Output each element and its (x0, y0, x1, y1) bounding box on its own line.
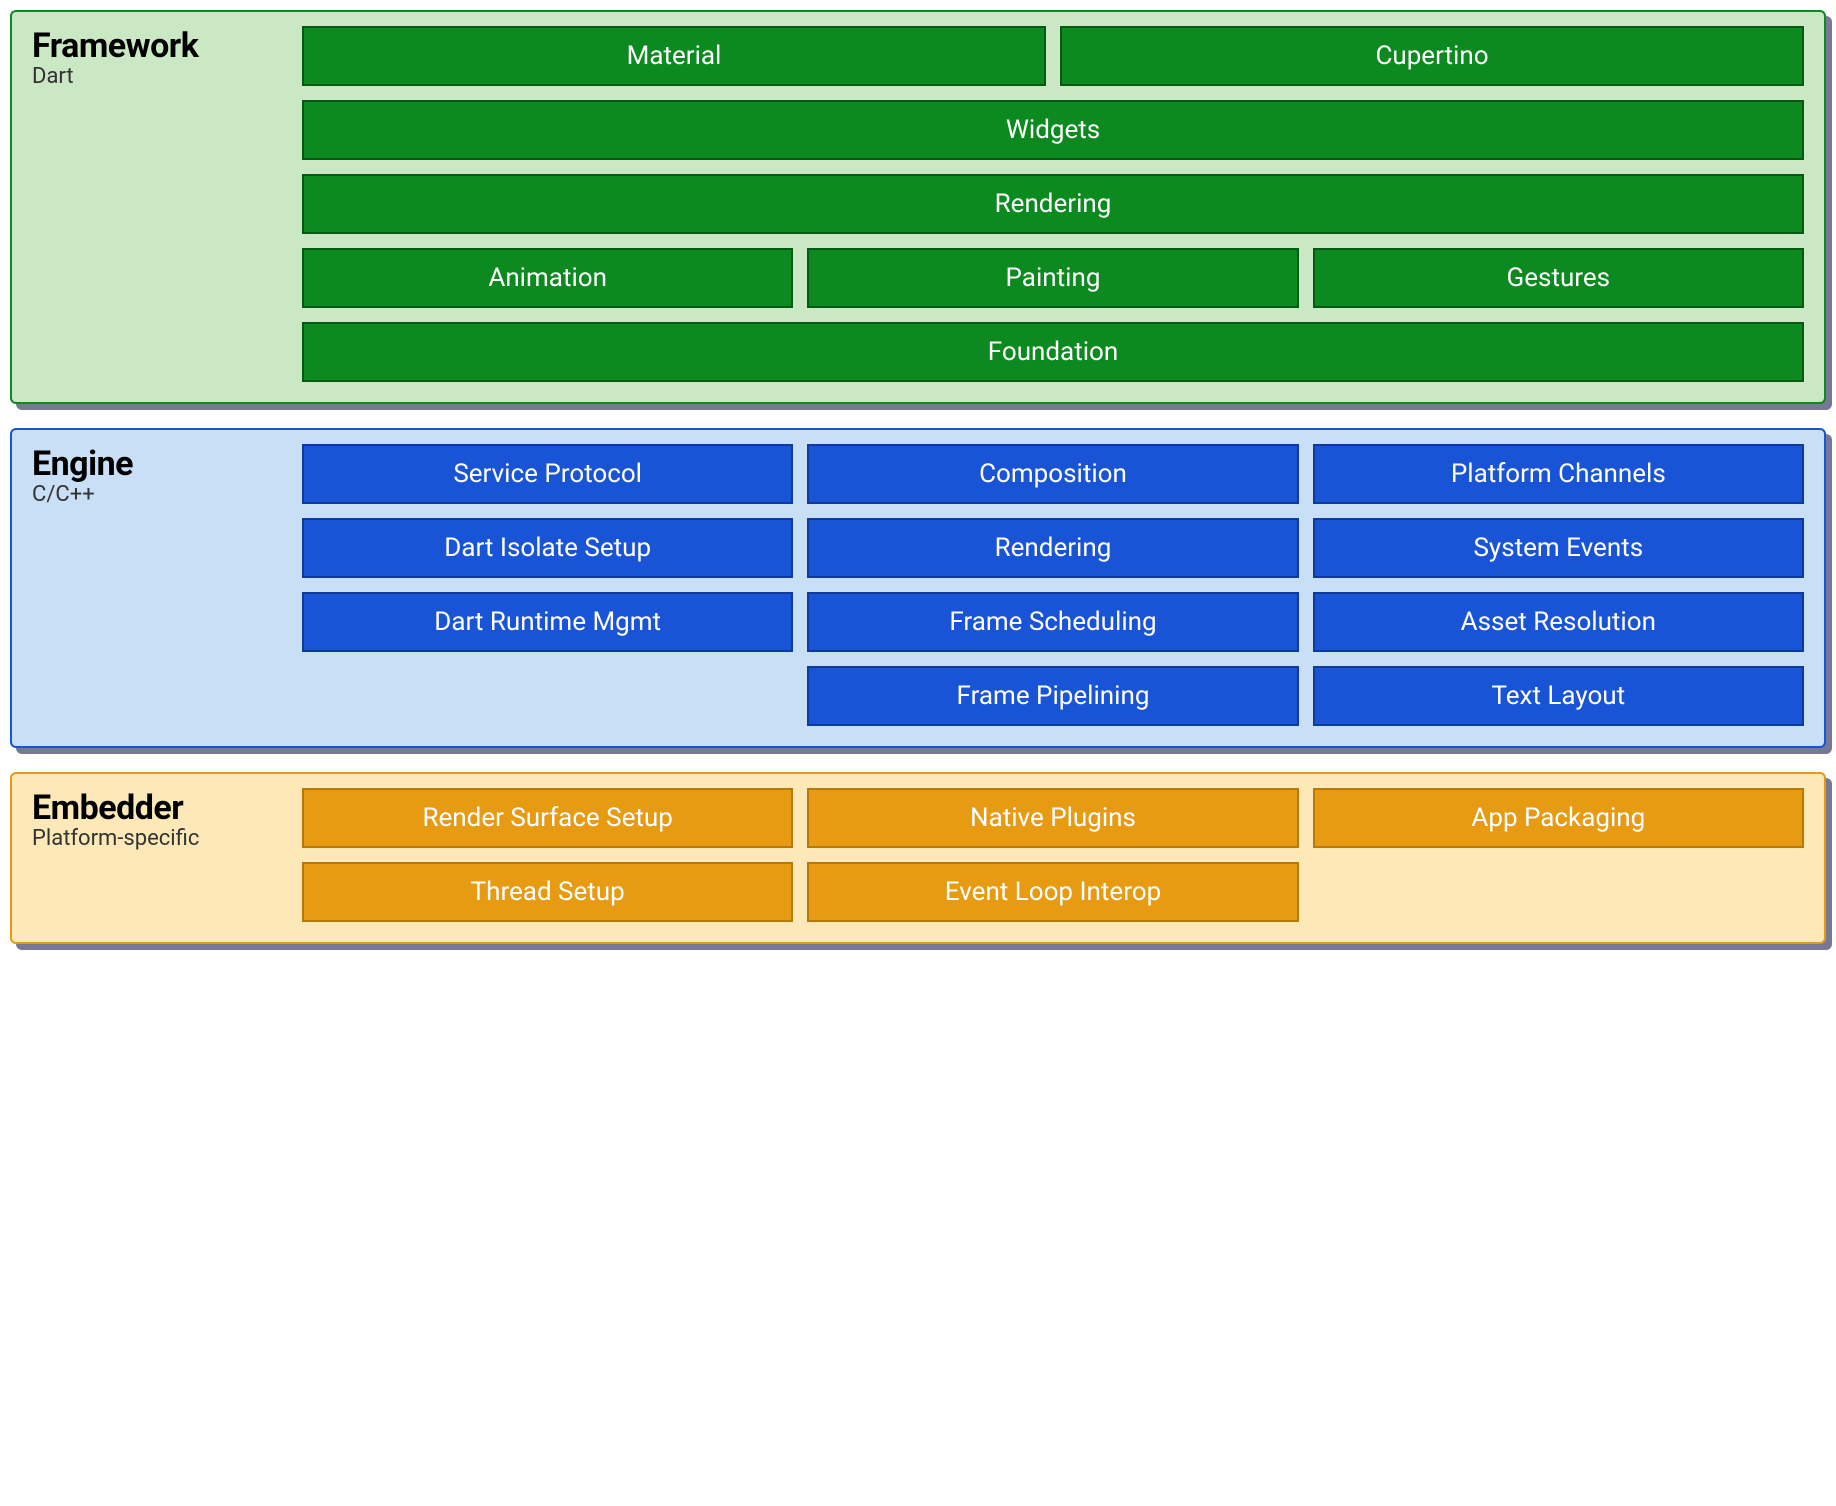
embedder-subtitle: Platform-specific (32, 826, 282, 851)
engine-subtitle: C/C++ (32, 482, 282, 507)
engine-sidebar: Engine C/C++ (32, 444, 282, 726)
box-material: Material (302, 26, 1046, 86)
framework-title: Framework (32, 26, 282, 66)
box-engine-rendering: Rendering (807, 518, 1298, 578)
box-frame-scheduling: Frame Scheduling (807, 592, 1298, 652)
framework-content: Material Cupertino Widgets Rendering Ani… (302, 26, 1804, 382)
box-dart-isolate-setup: Dart Isolate Setup (302, 518, 793, 578)
embedder-title: Embedder (32, 788, 282, 828)
box-event-loop-interop: Event Loop Interop (807, 862, 1298, 922)
framework-section: Framework Dart Material Cupertino Widget… (10, 10, 1826, 404)
embedder-sidebar: Embedder Platform-specific (32, 788, 282, 922)
box-cupertino: Cupertino (1060, 26, 1804, 86)
box-frame-pipelining: Frame Pipelining (807, 666, 1298, 726)
framework-sidebar: Framework Dart (32, 26, 282, 382)
engine-section: Engine C/C++ Service Protocol Compositio… (10, 428, 1826, 748)
engine-title: Engine (32, 444, 282, 484)
box-animation: Animation (302, 248, 793, 308)
box-widgets: Widgets (302, 100, 1804, 160)
box-thread-setup: Thread Setup (302, 862, 793, 922)
embedder-content: Render Surface Setup Native Plugins App … (302, 788, 1804, 922)
box-render-surface-setup: Render Surface Setup (302, 788, 793, 848)
box-app-packaging: App Packaging (1313, 788, 1804, 848)
box-dart-runtime-mgmt: Dart Runtime Mgmt (302, 592, 793, 652)
box-platform-channels: Platform Channels (1313, 444, 1804, 504)
box-foundation: Foundation (302, 322, 1804, 382)
box-text-layout: Text Layout (1313, 666, 1804, 726)
framework-subtitle: Dart (32, 64, 282, 89)
box-rendering: Rendering (302, 174, 1804, 234)
box-gestures: Gestures (1313, 248, 1804, 308)
box-service-protocol: Service Protocol (302, 444, 793, 504)
box-system-events: System Events (1313, 518, 1804, 578)
engine-content: Service Protocol Composition Platform Ch… (302, 444, 1804, 726)
box-painting: Painting (807, 248, 1298, 308)
embedder-section: Embedder Platform-specific Render Surfac… (10, 772, 1826, 944)
box-native-plugins: Native Plugins (807, 788, 1298, 848)
box-asset-resolution: Asset Resolution (1313, 592, 1804, 652)
box-composition: Composition (807, 444, 1298, 504)
